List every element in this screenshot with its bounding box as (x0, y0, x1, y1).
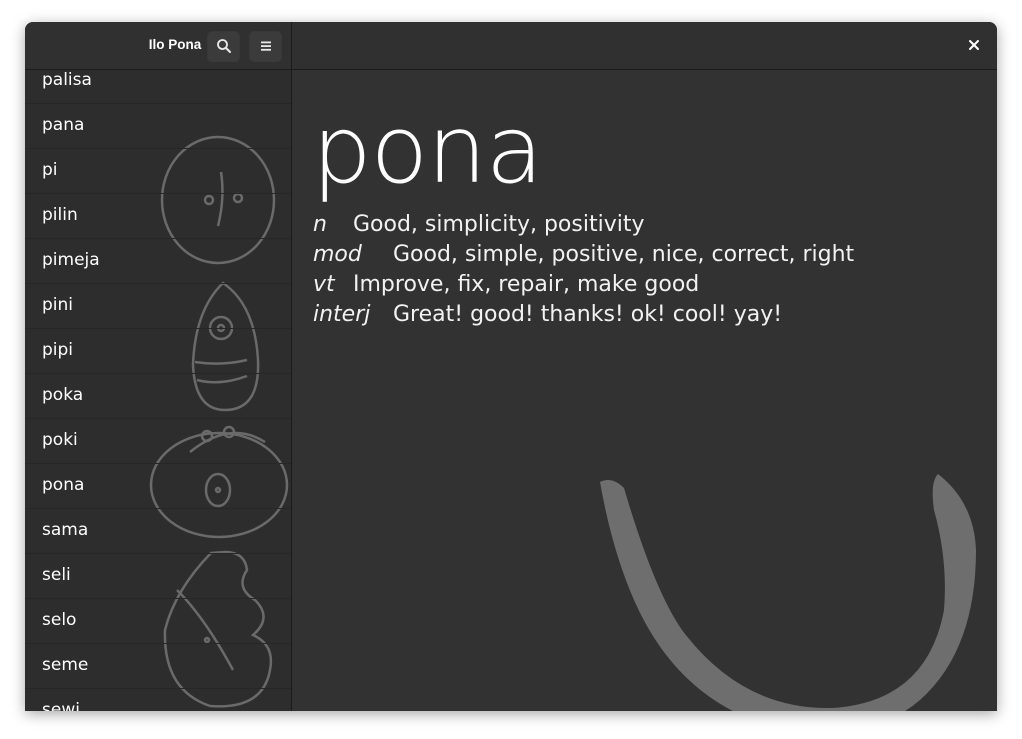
word-list-item-label: sewi (42, 700, 80, 711)
hamburger-menu-icon (261, 41, 271, 51)
word-list-item[interactable]: selo (25, 599, 291, 644)
word-list-item[interactable]: pona (25, 464, 291, 509)
definition-gloss: Great! good! thanks! ok! cool! yay! (393, 302, 783, 327)
word-list-item[interactable]: pi (25, 149, 291, 194)
definitions: n Good, simplicity, positivity mod Good, s… (313, 212, 854, 332)
word-list-item-label: sama (42, 520, 89, 540)
definition-gloss: Improve, fix, repair, make good (353, 272, 700, 297)
part-of-speech: vt (313, 272, 335, 297)
header-bar: Ilo Pona (25, 22, 997, 70)
word-list-item[interactable]: palisa (25, 70, 291, 104)
word-list-item[interactable]: sama (25, 509, 291, 554)
search-button[interactable] (207, 30, 240, 62)
word-list-item-label: pilin (42, 205, 78, 225)
definition-line: interj Great! good! thanks! ok! cool! yay… (313, 302, 854, 332)
word-list-item[interactable]: pimeja (25, 239, 291, 284)
word-list-item-label: poki (42, 430, 78, 450)
definition-line: mod Good, simple, positive, nice, correct… (313, 242, 854, 272)
word-list[interactable]: palisa pana pi pilin pimeja pini pipi poka poki p… (25, 70, 292, 711)
word-list-item-label: poka (42, 385, 84, 405)
word-list-item[interactable]: seli (25, 554, 291, 599)
part-of-speech: interj (313, 302, 371, 327)
word-list-item-label: pana (42, 115, 85, 135)
word-list-item[interactable]: pana (25, 104, 291, 149)
word-list-item[interactable]: seme (25, 644, 291, 689)
definition-line: n Good, simplicity, positivity (313, 212, 854, 242)
word-list-item[interactable]: pilin (25, 194, 291, 239)
word-list-item-label: palisa (42, 70, 92, 90)
word-list-item[interactable]: poki (25, 419, 291, 464)
word-list-item[interactable]: poka (25, 374, 291, 419)
menu-button[interactable] (249, 30, 282, 62)
definition-gloss: Good, simple, positive, nice, correct, r… (393, 242, 855, 267)
word-list-item-label: pimeja (42, 250, 100, 270)
word-list-item-label: seli (42, 565, 71, 585)
word-list-item-label: pi (42, 160, 58, 180)
part-of-speech: mod (313, 242, 362, 267)
entry-word: pona (312, 96, 543, 205)
app-window: Ilo Pona palisa pana pi pilin pimeja pin… (25, 22, 997, 711)
part-of-speech: n (313, 212, 327, 237)
word-list-item[interactable]: pini (25, 284, 291, 329)
close-icon[interactable] (965, 36, 983, 54)
sidebar-header: Ilo Pona (25, 22, 292, 69)
word-list-item[interactable]: sewi (25, 689, 291, 711)
word-list-item-label: pini (42, 295, 74, 315)
definition-line: vt Improve, fix, repair, make good (313, 272, 854, 302)
word-list-item-label: selo (42, 610, 77, 630)
word-list-item[interactable]: pipi (25, 329, 291, 374)
entry-view: pona n Good, simplicity, positivity mod Go… (292, 70, 997, 711)
word-list-item-label: pona (42, 475, 85, 495)
definition-gloss: Good, simplicity, positivity (353, 212, 645, 237)
word-list-item-label: pipi (42, 340, 74, 360)
search-icon (217, 39, 231, 53)
word-list-item-label: seme (42, 655, 89, 675)
pona-glyph-icon (600, 474, 976, 711)
